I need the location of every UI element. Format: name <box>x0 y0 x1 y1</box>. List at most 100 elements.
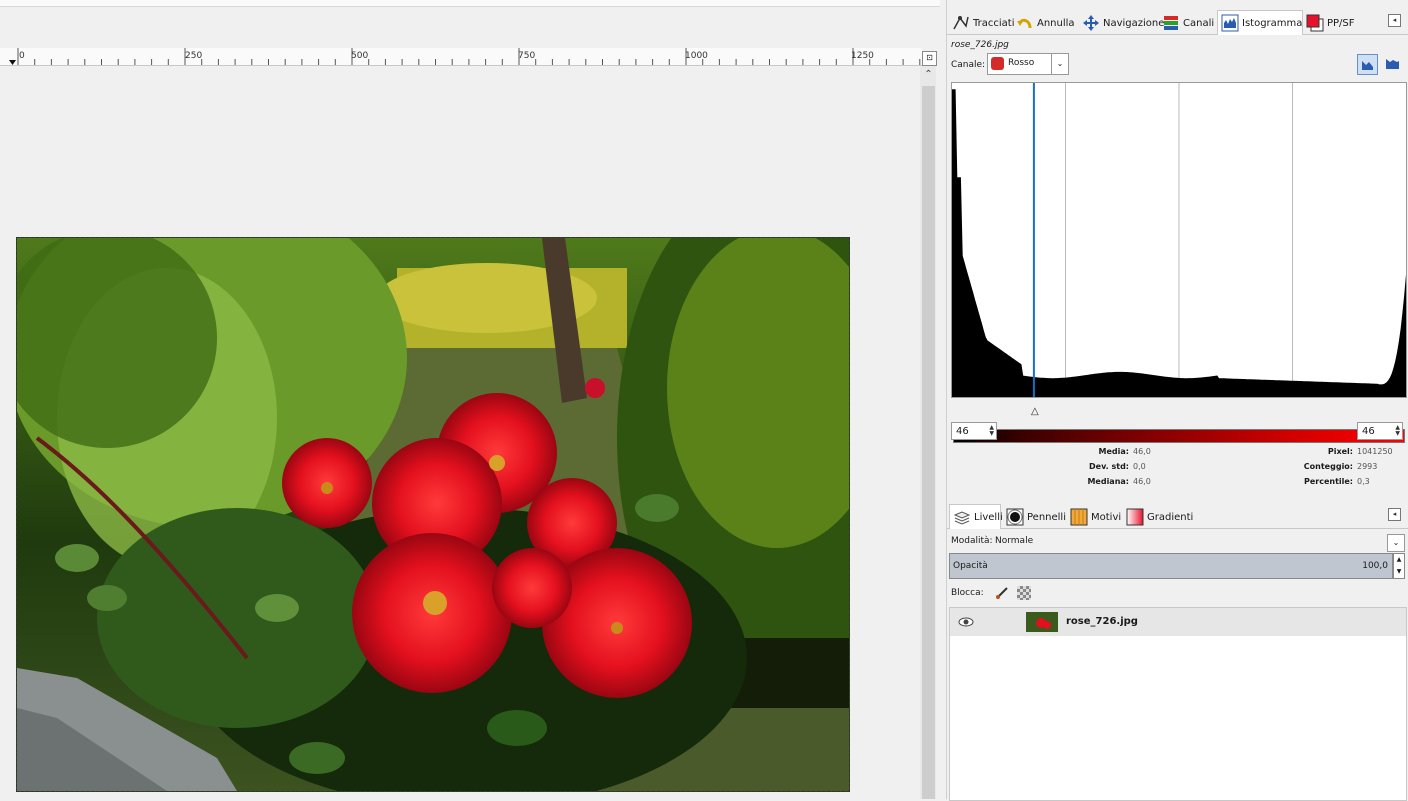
tab-pp-sf-label: PP/SF <box>1327 17 1355 29</box>
spinner-arrows-icon[interactable]: ▲ ▼ <box>989 425 994 437</box>
channel-gradient-bar <box>953 429 1405 443</box>
channel-dropdown-icon[interactable]: ⌄ <box>1051 54 1068 74</box>
range-start-spinner[interactable]: 46 ▲ ▼ <box>951 422 997 440</box>
dock-menu-arrow-icon[interactable]: ◂ <box>1388 14 1401 27</box>
right-dock: Tracciati Annulla Navigazione Canali Ist… <box>946 0 1408 801</box>
tab-pp-sf[interactable]: PP/SF <box>1303 12 1358 34</box>
log-histogram-button[interactable] <box>1383 54 1402 73</box>
tab-tracciati-label: Tracciati <box>973 17 1015 29</box>
tab-gradienti[interactable]: Gradienti <box>1123 506 1196 528</box>
paths-icon <box>952 14 970 32</box>
spinner-arrows-icon[interactable]: ▲ ▼ <box>1395 425 1400 437</box>
layers-icon <box>953 508 971 526</box>
ruler-label-1250: 1250 <box>851 51 874 61</box>
tab-canali-label: Canali <box>1183 17 1215 29</box>
tab-motivi[interactable]: Motivi <box>1067 506 1124 528</box>
stat-count-label: Conteggio: <box>1303 462 1353 471</box>
opacity-spinner-arrows-icon[interactable]: ▲ ▼ <box>1393 553 1405 579</box>
brushes-icon <box>1006 508 1024 526</box>
tab-istogramma[interactable]: Istogramma <box>1217 10 1303 35</box>
tab-navigazione[interactable]: Navigazione <box>1079 12 1167 34</box>
channel-label: Canale: <box>951 60 986 70</box>
ruler-label-1000: 1000 <box>685 51 708 61</box>
layer-name[interactable]: rose_726.jpg <box>1066 616 1138 627</box>
ruler-label-500: 500 <box>351 51 369 61</box>
eye-visibility-icon[interactable] <box>958 615 974 629</box>
zoom-fit-icon[interactable]: ⊡ <box>922 51 937 66</box>
stat-pixels-value: 1041250 <box>1357 447 1393 456</box>
dock-bottom-tabbar: Livelli Pennelli Motivi Gradienti ◂ <box>947 500 1408 529</box>
image-window-top-edge <box>0 0 940 7</box>
stat-count-value: 2993 <box>1357 462 1378 471</box>
tab-pennelli-label: Pennelli <box>1027 511 1066 523</box>
stat-mean-label: Media: <box>1098 447 1129 456</box>
stat-stddev-label: Dev. std: <box>1089 462 1129 471</box>
histogram-plot <box>952 83 1406 398</box>
linear-histogram-button[interactable] <box>1357 54 1378 75</box>
tab-annulla[interactable]: Annulla <box>1013 12 1078 34</box>
range-end-value: 46 <box>1362 426 1375 437</box>
channels-icon <box>1162 14 1180 32</box>
dock-top-tabbar: Tracciati Annulla Navigazione Canali Ist… <box>947 6 1408 35</box>
rose-photo[interactable] <box>16 237 850 792</box>
histogram-filename: rose_726.jpg <box>951 40 1009 50</box>
rose-photo-drawing <box>17 238 849 791</box>
gradients-icon <box>1126 508 1144 526</box>
stat-percentile-value: 0,3 <box>1357 477 1370 486</box>
stat-mean-value: 46,0 <box>1133 447 1151 456</box>
tab-pennelli[interactable]: Pennelli <box>1003 506 1069 528</box>
opacity-slider[interactable]: Opacità 100,0 <box>949 553 1393 579</box>
navigation-icon <box>1082 14 1100 32</box>
lock-pixels-icon[interactable] <box>995 586 1009 600</box>
channel-value: Rosso <box>1008 58 1035 68</box>
tab-tracciati[interactable]: Tracciati <box>949 12 1017 34</box>
patterns-icon <box>1070 508 1088 526</box>
layer-row[interactable]: rose_726.jpg <box>950 608 1406 636</box>
ruler-label-0: 0 <box>19 51 25 61</box>
tab-livelli-label: Livelli <box>974 511 1003 523</box>
stat-median-value: 46,0 <box>1133 477 1151 486</box>
tab-livelli[interactable]: Livelli <box>949 504 1003 529</box>
tab-navigazione-label: Navigazione <box>1103 17 1165 29</box>
range-slider-handle-icon[interactable]: △ <box>1031 406 1039 417</box>
mode-row: Modalità: Normale ⌄ <box>947 531 1408 553</box>
lock-alpha-icon[interactable] <box>1017 586 1031 600</box>
undo-icon <box>1016 14 1034 32</box>
lock-label: Blocca: <box>951 588 984 598</box>
red-channel-icon <box>991 57 1004 70</box>
layer-thumbnail <box>1026 612 1058 632</box>
histogram-graph[interactable] <box>951 82 1407 398</box>
linear-histogram-icon <box>1362 61 1373 70</box>
stat-median-label: Mediana: <box>1087 477 1129 486</box>
layers-panel: Livelli Pennelli Motivi Gradienti ◂ Moda… <box>947 500 1408 801</box>
range-end-spinner[interactable]: 46 ▲ ▼ <box>1357 422 1403 440</box>
opacity-value: 100,0 <box>1362 561 1388 571</box>
fg-bg-colors-icon <box>1306 14 1324 32</box>
layer-list: rose_726.jpg <box>949 607 1407 801</box>
ruler-label-750: 750 <box>518 51 536 61</box>
range-start-value: 46 <box>956 426 969 437</box>
mode-label: Modalità: <box>951 536 993 546</box>
dock-menu-arrow-icon[interactable]: ◂ <box>1388 508 1401 521</box>
ruler-ticks <box>9 48 921 65</box>
log-histogram-icon <box>1386 59 1399 69</box>
mode-dropdown-icon[interactable]: ⌄ <box>1387 534 1405 552</box>
scroll-up-arrow-icon[interactable]: ⌃ <box>922 68 935 82</box>
tab-motivi-label: Motivi <box>1091 511 1122 523</box>
stat-stddev-value: 0,0 <box>1133 462 1146 471</box>
horizontal-ruler[interactable]: 0 250 500 750 1000 1250 <box>0 48 922 66</box>
histogram-icon <box>1221 14 1239 32</box>
tab-annulla-label: Annulla <box>1037 17 1075 29</box>
channel-select[interactable]: Rosso ⌄ <box>987 53 1069 75</box>
histogram-panel: rose_726.jpg Canale: Rosso ⌄ △ 46 ▲ ▼ 46… <box>947 36 1408 496</box>
tab-canali[interactable]: Canali <box>1159 12 1217 34</box>
tab-istogramma-label: Istogramma <box>1242 17 1303 29</box>
stat-pixels-label: Pixel: <box>1327 447 1353 456</box>
opacity-label: Opacità <box>953 561 988 571</box>
mode-value[interactable]: Normale <box>995 536 1033 546</box>
ruler-label-250: 250 <box>185 51 203 61</box>
vertical-scrollbar-thumb[interactable] <box>922 86 935 799</box>
lock-row: Blocca: <box>947 584 1408 604</box>
stat-percentile-label: Percentile: <box>1303 477 1353 486</box>
tab-gradienti-label: Gradienti <box>1147 511 1194 523</box>
